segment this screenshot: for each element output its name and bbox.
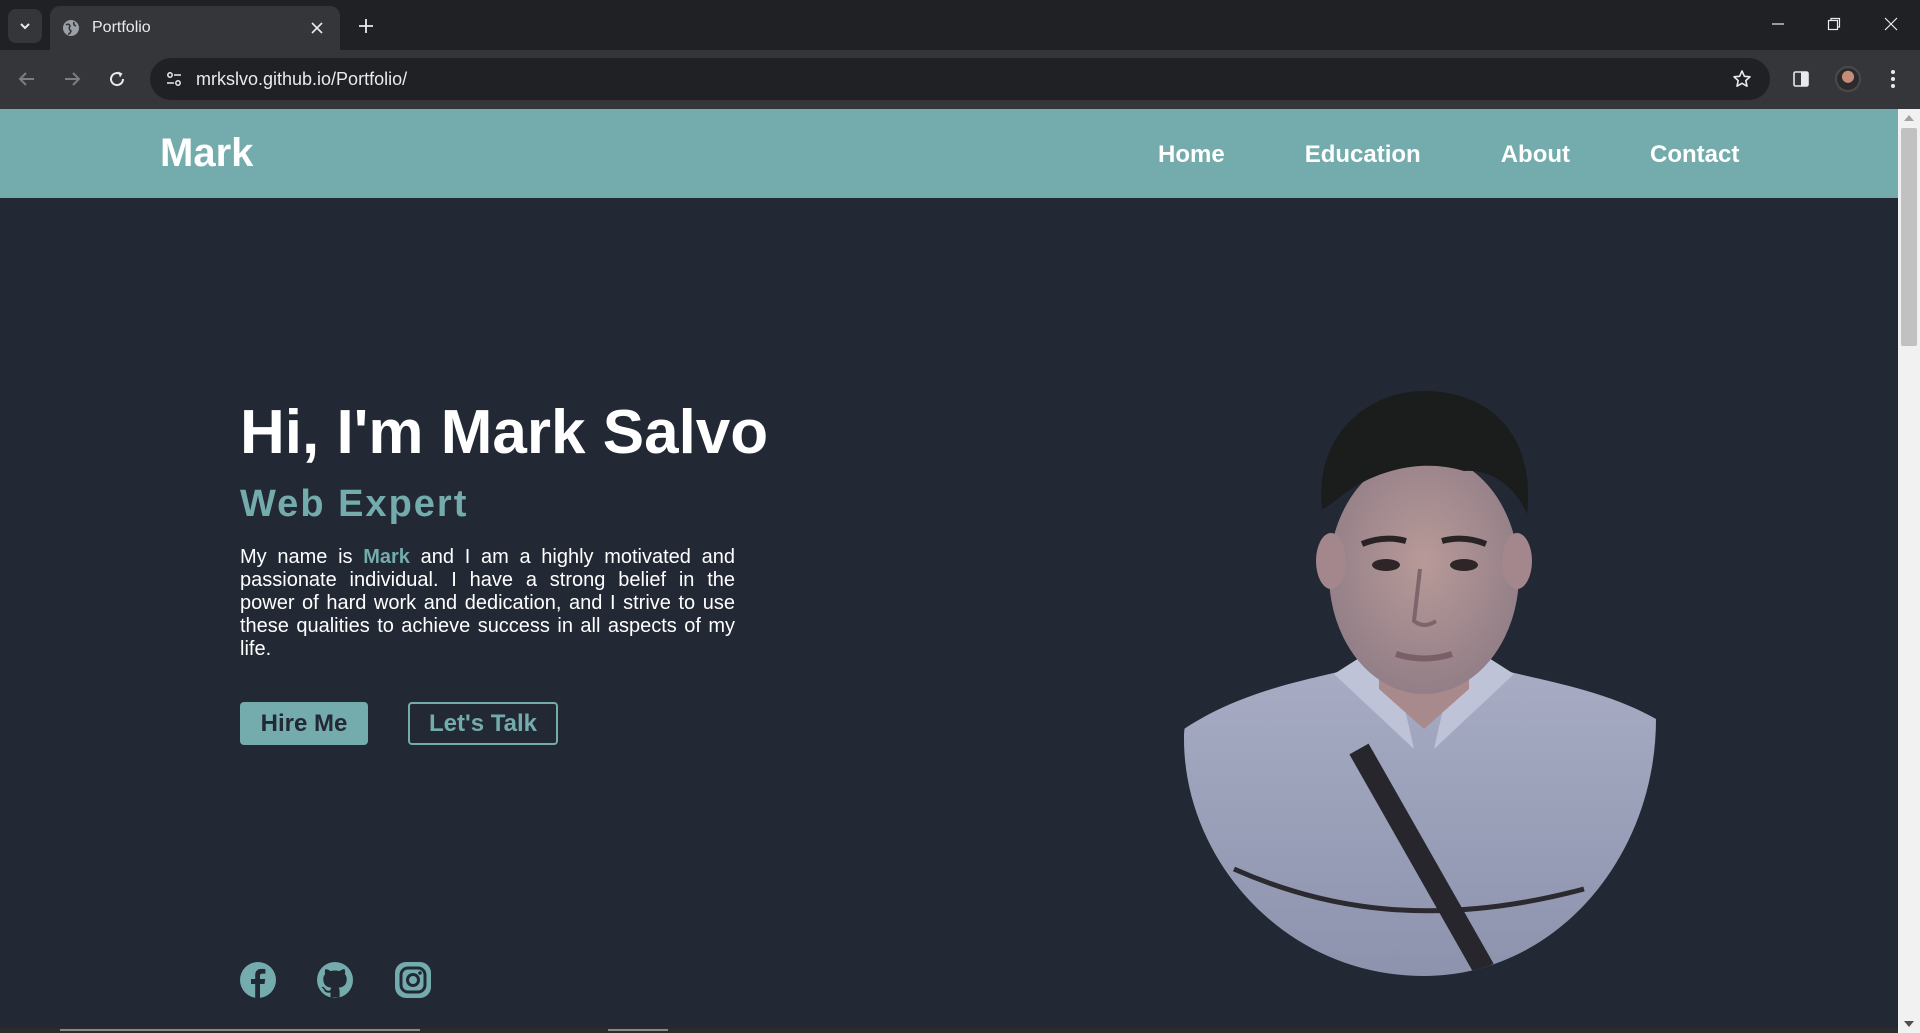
restore-button[interactable] bbox=[1814, 8, 1854, 40]
bio-name-highlight: Mark bbox=[363, 546, 410, 568]
close-window-button[interactable] bbox=[1871, 8, 1911, 40]
facebook-icon bbox=[240, 962, 276, 998]
github-icon bbox=[317, 962, 353, 998]
instagram-icon bbox=[395, 962, 431, 998]
minimize-button[interactable] bbox=[1758, 8, 1798, 40]
globe-icon bbox=[63, 20, 79, 36]
browser-menu-button[interactable] bbox=[1876, 62, 1910, 96]
url-text[interactable]: mrkslvo.github.io/Portfolio/ bbox=[196, 69, 407, 90]
reload-button[interactable] bbox=[100, 62, 134, 96]
new-tab-button[interactable] bbox=[352, 12, 380, 40]
vertical-scrollbar[interactable] bbox=[1898, 109, 1920, 1033]
scroll-indicator bbox=[608, 1029, 668, 1031]
site-info-icon[interactable] bbox=[162, 67, 186, 91]
plus-icon bbox=[359, 19, 373, 33]
site-header: Mark Home Education About Contact bbox=[0, 109, 1898, 198]
page-viewport: Mark Home Education About Contact Hi, I'… bbox=[0, 109, 1898, 1033]
browser-tab[interactable]: Portfolio bbox=[50, 6, 340, 50]
hero-title: Hi, I'm Mark Salvo bbox=[240, 398, 769, 467]
hero-bio: My name is Mark and I am a highly motiva… bbox=[240, 546, 735, 661]
scroll-up-icon[interactable] bbox=[1904, 115, 1914, 121]
side-panel-icon bbox=[1793, 71, 1809, 87]
close-icon bbox=[1884, 17, 1898, 31]
restore-icon bbox=[1827, 17, 1841, 31]
scroll-indicator bbox=[60, 1029, 420, 1031]
browser-tabstrip: Portfolio bbox=[0, 0, 1920, 50]
profile-photo bbox=[1184, 389, 1656, 976]
hero-role: Web Expert bbox=[240, 483, 469, 525]
github-link[interactable] bbox=[316, 961, 354, 999]
site-nav: Home Education About Contact bbox=[1158, 141, 1739, 169]
back-button[interactable] bbox=[10, 62, 44, 96]
nav-contact-link[interactable]: Contact bbox=[1650, 141, 1739, 169]
tab-title: Portfolio bbox=[92, 19, 151, 36]
forward-button[interactable] bbox=[55, 62, 89, 96]
reload-icon bbox=[110, 71, 125, 87]
nav-education-link[interactable]: Education bbox=[1305, 141, 1421, 169]
close-tab-icon[interactable] bbox=[306, 17, 328, 39]
arrow-left-icon bbox=[18, 72, 34, 86]
horizontal-scrollbar[interactable] bbox=[0, 1028, 1898, 1033]
profile-button[interactable] bbox=[1831, 62, 1865, 96]
browser-toolbar: mrkslvo.github.io/Portfolio/ bbox=[0, 50, 1920, 109]
lets-talk-button[interactable]: Let's Talk bbox=[408, 702, 558, 745]
facebook-link[interactable] bbox=[239, 961, 277, 999]
nav-home-link[interactable]: Home bbox=[1158, 141, 1225, 169]
more-vertical-icon bbox=[1891, 70, 1895, 88]
avatar bbox=[1835, 66, 1861, 92]
scrollbar-thumb[interactable] bbox=[1901, 128, 1917, 346]
scroll-down-icon[interactable] bbox=[1904, 1021, 1914, 1027]
tab-search-button[interactable] bbox=[8, 9, 42, 43]
bookmark-star-icon[interactable] bbox=[1730, 67, 1754, 91]
nav-about-link[interactable]: About bbox=[1501, 141, 1570, 169]
minimize-icon bbox=[1772, 23, 1784, 25]
hire-me-button[interactable]: Hire Me bbox=[240, 702, 368, 745]
arrow-right-icon bbox=[65, 72, 81, 86]
instagram-link[interactable] bbox=[394, 961, 432, 999]
address-bar[interactable]: mrkslvo.github.io/Portfolio/ bbox=[150, 58, 1770, 100]
bio-text-start: My name is bbox=[240, 546, 364, 568]
chevron-down-icon bbox=[20, 23, 30, 30]
side-panel-button[interactable] bbox=[1784, 62, 1818, 96]
site-logo[interactable]: Mark bbox=[160, 131, 253, 176]
